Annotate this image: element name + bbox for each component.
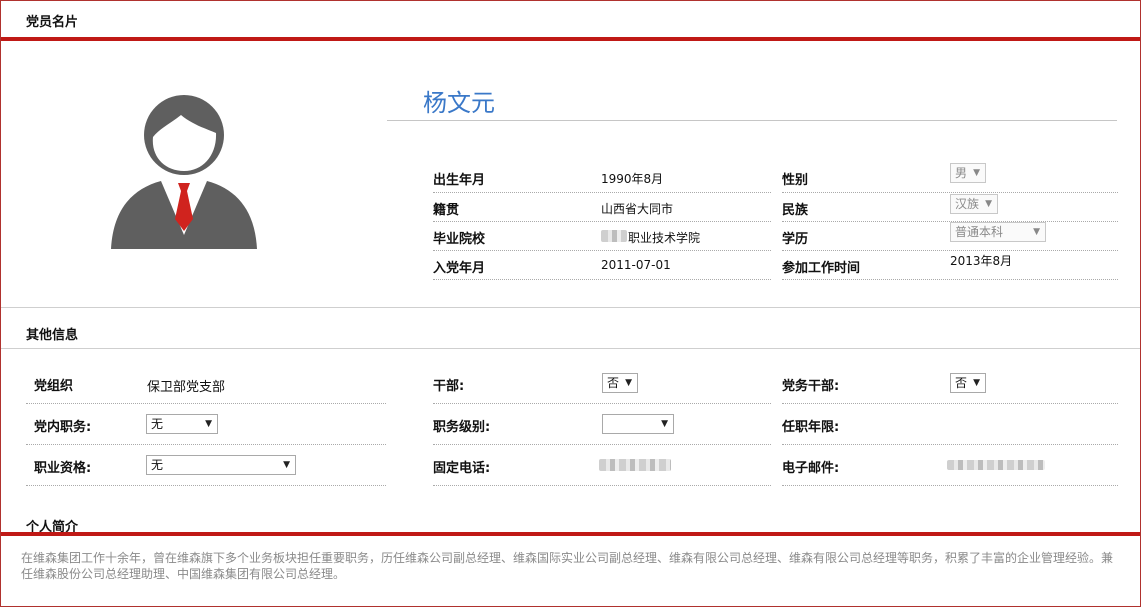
- qualification-select-value: 无: [151, 458, 164, 472]
- qualification-label: 职业资格:: [34, 461, 92, 476]
- section-divider: [1, 307, 1140, 308]
- gender-select[interactable]: 男 ▼: [950, 163, 986, 183]
- redacted-email: [947, 460, 1045, 470]
- chevron-down-icon: ▼: [661, 419, 668, 429]
- school-label: 毕业院校: [433, 232, 486, 247]
- name-divider: [387, 120, 1117, 121]
- chevron-down-icon: ▼: [973, 168, 980, 178]
- row-divider: [433, 192, 771, 193]
- gender-select-value: 男: [955, 166, 968, 180]
- work-label: 参加工作时间: [782, 261, 861, 276]
- edu-label: 学历: [782, 232, 809, 247]
- tenure-label: 任职年限:: [782, 420, 840, 435]
- chevron-down-icon: ▼: [283, 460, 290, 470]
- bio-divider: [1, 532, 1140, 536]
- row-divider: [782, 444, 1118, 445]
- row-divider: [433, 221, 771, 222]
- cadre-select[interactable]: 否 ▼: [602, 373, 638, 393]
- org-label: 党组织: [34, 379, 74, 394]
- chevron-down-icon: ▼: [205, 419, 212, 429]
- party-duty-label: 党内职务:: [34, 420, 92, 435]
- ethnic-select[interactable]: 汉族 ▼: [950, 194, 998, 214]
- email-label: 电子邮件:: [782, 461, 840, 476]
- cadre-label: 干部:: [433, 379, 465, 394]
- row-divider: [782, 192, 1118, 193]
- card-header: 党员名片: [1, 1, 1140, 41]
- user-avatar-icon: [111, 95, 257, 249]
- chevron-down-icon: ▼: [985, 199, 992, 209]
- row-divider: [782, 279, 1118, 280]
- join-label: 入党年月: [433, 261, 486, 276]
- member-name: 杨文元: [423, 89, 495, 117]
- party-cadre-label: 党务干部:: [782, 379, 840, 394]
- row-divider: [433, 485, 771, 486]
- redacted-phone: [599, 459, 671, 471]
- row-divider: [782, 403, 1118, 404]
- bio-text: 在维森集团工作十余年，曾在维森旗下多个业务板块担任重要职务，历任维森公司副总经理…: [21, 551, 1114, 581]
- row-divider: [433, 403, 771, 404]
- birth-label: 出生年月: [433, 173, 486, 188]
- cadre-select-value: 否: [607, 376, 620, 390]
- edu-select-value: 普通本科: [955, 225, 1004, 239]
- row-divider: [433, 444, 771, 445]
- gender-label: 性别: [782, 173, 809, 188]
- party-duty-select[interactable]: 无 ▼: [146, 414, 218, 434]
- row-divider: [26, 485, 386, 486]
- birth-value: 1990年8月: [601, 172, 664, 186]
- school-value: 职业技术学院: [628, 231, 701, 245]
- party-member-card: 党员名片 杨文元 出生年月 1990年8月 性别 男 ▼ 籍贯 山西省大同市 民…: [0, 0, 1141, 607]
- party-cadre-select[interactable]: 否 ▼: [950, 373, 986, 393]
- native-value: 山西省大同市: [601, 202, 674, 216]
- row-divider: [26, 403, 386, 404]
- party-cadre-select-value: 否: [955, 376, 968, 390]
- row-divider: [433, 250, 771, 251]
- ethnic-select-value: 汉族: [955, 197, 980, 211]
- card-title: 党员名片: [26, 15, 79, 30]
- duty-level-label: 职务级别:: [433, 420, 491, 435]
- row-divider: [782, 250, 1118, 251]
- other-info-title: 其他信息: [26, 328, 79, 343]
- redacted-text: [601, 230, 627, 242]
- party-duty-select-value: 无: [151, 417, 164, 431]
- join-value: 2011-07-01: [601, 258, 671, 272]
- qualification-select[interactable]: 无 ▼: [146, 455, 296, 475]
- work-value: 2013年8月: [950, 254, 1013, 268]
- edu-select[interactable]: 普通本科 ▼: [950, 222, 1046, 242]
- row-divider: [782, 485, 1118, 486]
- section-divider: [1, 348, 1140, 349]
- row-divider: [433, 279, 771, 280]
- org-value: 保卫部党支部: [147, 380, 226, 395]
- native-label: 籍贯: [433, 203, 460, 218]
- chevron-down-icon: ▼: [1033, 227, 1040, 237]
- row-divider: [26, 444, 386, 445]
- chevron-down-icon: ▼: [625, 378, 632, 388]
- chevron-down-icon: ▼: [973, 378, 980, 388]
- ethnic-label: 民族: [782, 203, 809, 218]
- duty-level-select[interactable]: ▼: [602, 414, 674, 434]
- phone-label: 固定电话:: [433, 461, 491, 476]
